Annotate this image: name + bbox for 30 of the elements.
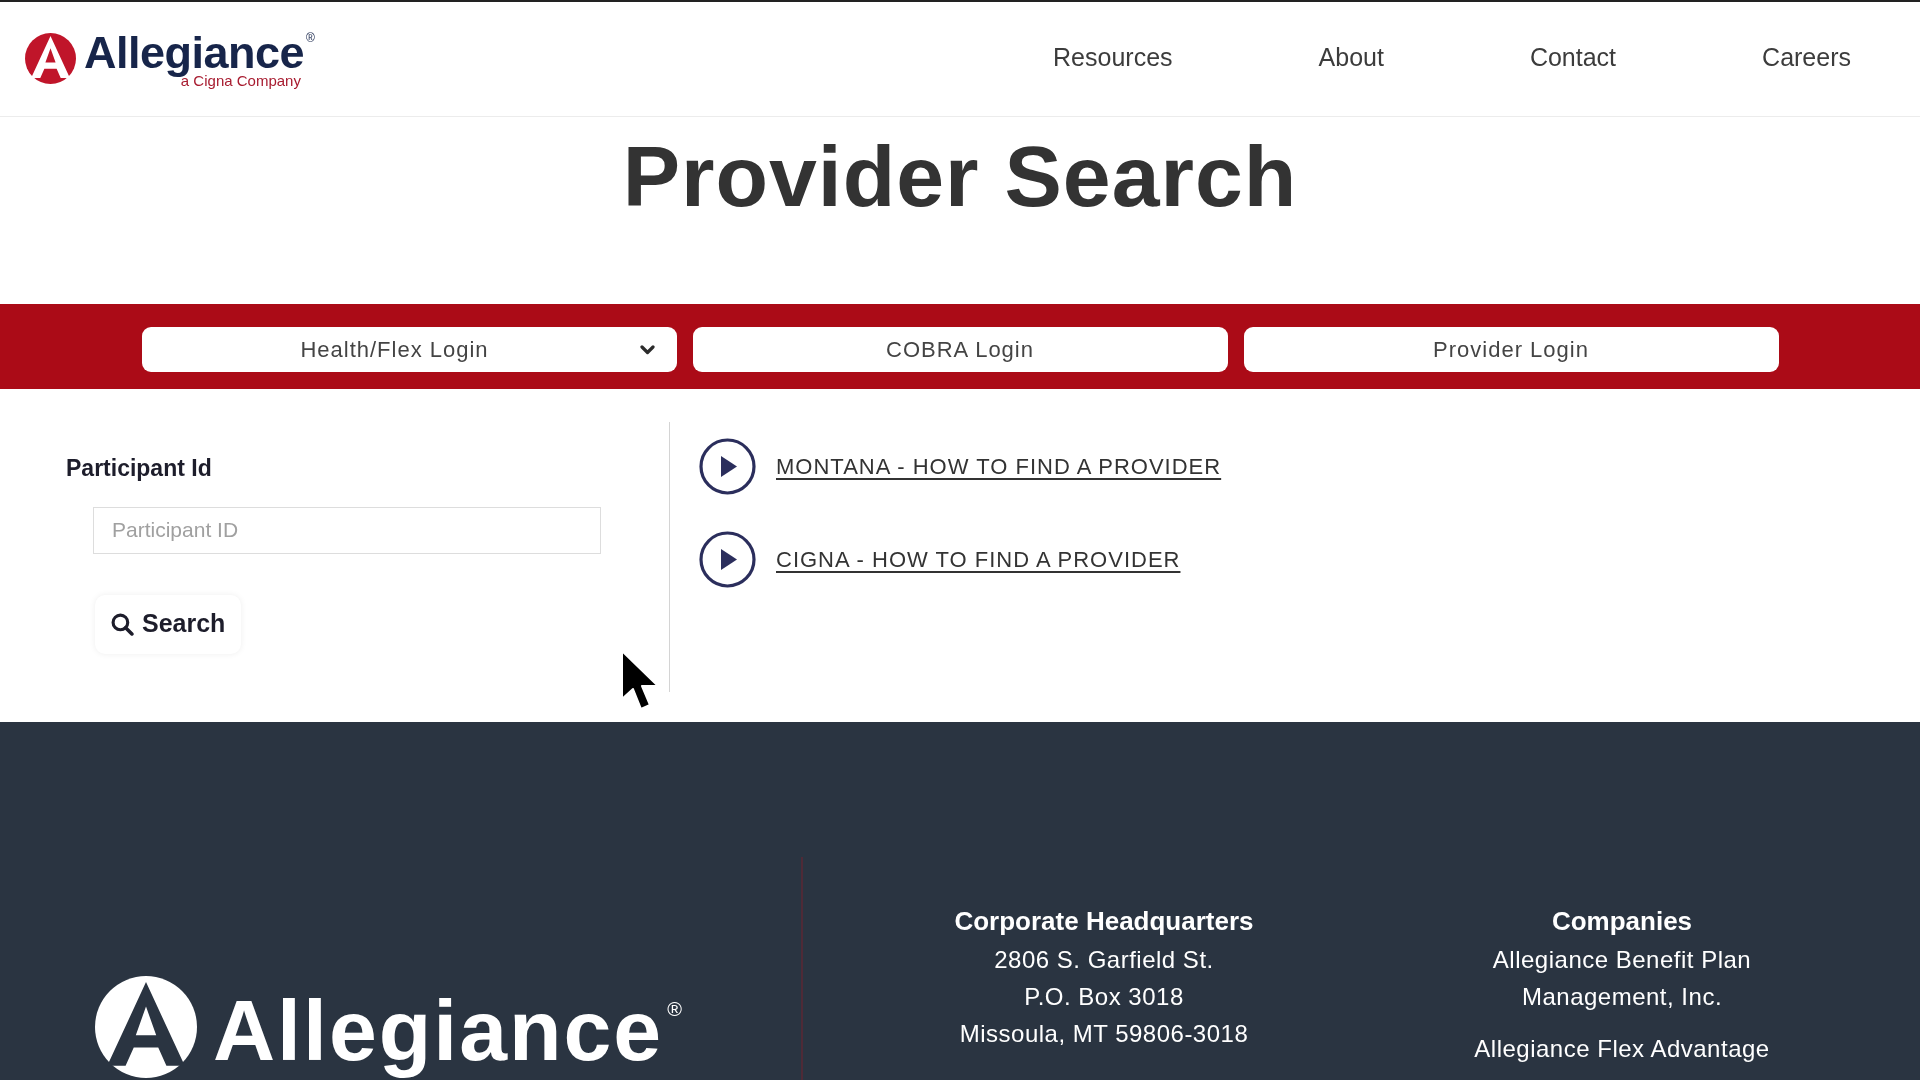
login-dropdown[interactable]: Health/Flex Login: [141, 327, 677, 372]
nav-link[interactable]: Resources: [1053, 42, 1173, 72]
search-icon: [111, 612, 134, 636]
nav-link[interactable]: About: [1318, 42, 1384, 72]
footer-text: Missoula, MT 59806-3018: [959, 1019, 1249, 1049]
footer-text: P.O. Box 3018: [1024, 982, 1184, 1012]
page-title: Provider Search: [622, 127, 1298, 226]
play-icon[interactable]: [699, 531, 756, 588]
login-button[interactable]: Provider Login: [1243, 327, 1779, 372]
footer-text: Allegiance Benefit Plan Management, Inc.: [1491, 945, 1753, 1012]
registered-mark: ®: [667, 999, 682, 1020]
footer-heading: Corporate Headquarters: [954, 906, 1254, 936]
play-icon[interactable]: [699, 438, 756, 495]
brand-name: Allegiance: [213, 981, 664, 1080]
search-button[interactable]: Search: [95, 594, 242, 654]
brand-name: Allegiance: [84, 26, 305, 78]
chevron-down-icon: [639, 344, 655, 355]
field-label: Participant Id: [66, 455, 212, 483]
nav-link[interactable]: Contact: [1529, 42, 1617, 72]
footer-text: 2806 S. Garfield St.: [994, 945, 1214, 975]
letter-a-logo-icon[interactable]: [95, 976, 197, 1078]
footer-text: Allegiance Flex Advantage: [1473, 1034, 1771, 1064]
participant-id-field[interactable]: Participant ID: [93, 506, 601, 554]
nav-link[interactable]: Careers: [1762, 42, 1851, 72]
registered-mark: ®: [306, 32, 315, 44]
letter-a-logo-icon[interactable]: [25, 33, 76, 84]
video-link[interactable]: MONTANA - HOW TO FIND A PROVIDER: [776, 450, 1222, 483]
video-link[interactable]: CIGNA - HOW TO FIND A PROVIDER: [776, 543, 1181, 576]
login-button[interactable]: COBRA Login: [692, 327, 1228, 372]
footer-heading: Companies: [1551, 906, 1693, 936]
